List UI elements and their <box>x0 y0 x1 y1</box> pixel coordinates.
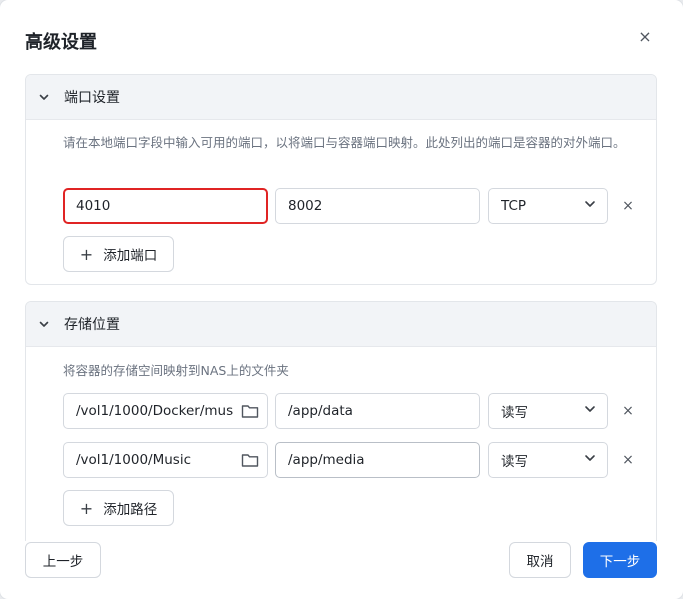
port-settings-section: 端口设置 请在本地端口字段中输入可用的端口，以将端口与容器端口映射。此处列出的端… <box>25 74 657 285</box>
remove-path-row-icon[interactable]: × <box>621 404 635 418</box>
remove-port-row-icon[interactable]: × <box>621 199 635 213</box>
nas-path-input[interactable]: /vol1/1000/Docker/music <box>63 393 268 429</box>
next-step-button[interactable]: 下一步 <box>583 542 657 578</box>
remove-path-row-icon[interactable]: × <box>621 453 635 467</box>
nas-path-value: /vol1/1000/Docker/music <box>76 403 233 419</box>
plus-icon: + <box>79 244 94 264</box>
add-path-button[interactable]: + 添加路径 <box>63 490 174 526</box>
cancel-button[interactable]: 取消 <box>509 542 571 578</box>
chevron-down-icon <box>38 318 50 330</box>
chevron-down-icon <box>583 402 597 420</box>
container-path-value: /app/data <box>288 403 353 419</box>
access-mode-select[interactable]: 读写 <box>488 393 608 429</box>
plus-icon: + <box>79 498 94 518</box>
folder-icon[interactable] <box>241 452 259 468</box>
add-port-label: 添加端口 <box>103 248 158 264</box>
chevron-down-icon <box>583 197 597 215</box>
advanced-settings-dialog: 高级设置 × 端口设置 请在本地端口字段中输入可用的端口，以将端口与容器端口映射… <box>0 0 683 599</box>
access-mode-select[interactable]: 读写 <box>488 442 608 478</box>
chevron-down-icon <box>38 91 50 103</box>
container-port-input[interactable]: 8002 <box>275 188 480 224</box>
protocol-value: TCP <box>501 198 527 214</box>
dialog-title: 高级设置 <box>25 32 97 53</box>
port-description: 请在本地端口字段中输入可用的端口，以将端口与容器端口映射。此处列出的端口是容器的… <box>63 135 626 150</box>
container-port-value: 8002 <box>288 198 323 214</box>
container-path-input[interactable]: /app/data <box>275 393 480 429</box>
port-section-header[interactable]: 端口设置 <box>26 75 656 120</box>
storage-section-header[interactable]: 存储位置 <box>26 302 656 347</box>
storage-description: 将容器的存储空间映射到NAS上的文件夹 <box>63 363 289 378</box>
protocol-select[interactable]: TCP <box>488 188 608 224</box>
nas-path-value: /vol1/1000/Music <box>76 452 192 468</box>
add-path-label: 添加路径 <box>103 502 158 518</box>
access-mode-value: 读写 <box>501 405 528 421</box>
chevron-down-icon <box>583 451 597 469</box>
container-path-value: /app/media <box>288 452 365 468</box>
nas-path-input[interactable]: /vol1/1000/Music <box>63 442 268 478</box>
local-port-value: 4010 <box>76 198 111 214</box>
folder-icon[interactable] <box>241 403 259 419</box>
port-section-title: 端口设置 <box>64 90 120 106</box>
add-port-button[interactable]: + 添加端口 <box>63 236 174 272</box>
container-path-input[interactable]: /app/media <box>275 442 480 478</box>
local-port-input[interactable]: 4010 <box>63 188 268 224</box>
close-icon[interactable]: × <box>636 28 654 46</box>
access-mode-value: 读写 <box>501 454 528 470</box>
storage-section: 存储位置 将容器的存储空间映射到NAS上的文件夹 /vol1/1000/Dock… <box>25 301 657 541</box>
prev-step-button[interactable]: 上一步 <box>25 542 101 578</box>
storage-section-title: 存储位置 <box>64 317 120 333</box>
